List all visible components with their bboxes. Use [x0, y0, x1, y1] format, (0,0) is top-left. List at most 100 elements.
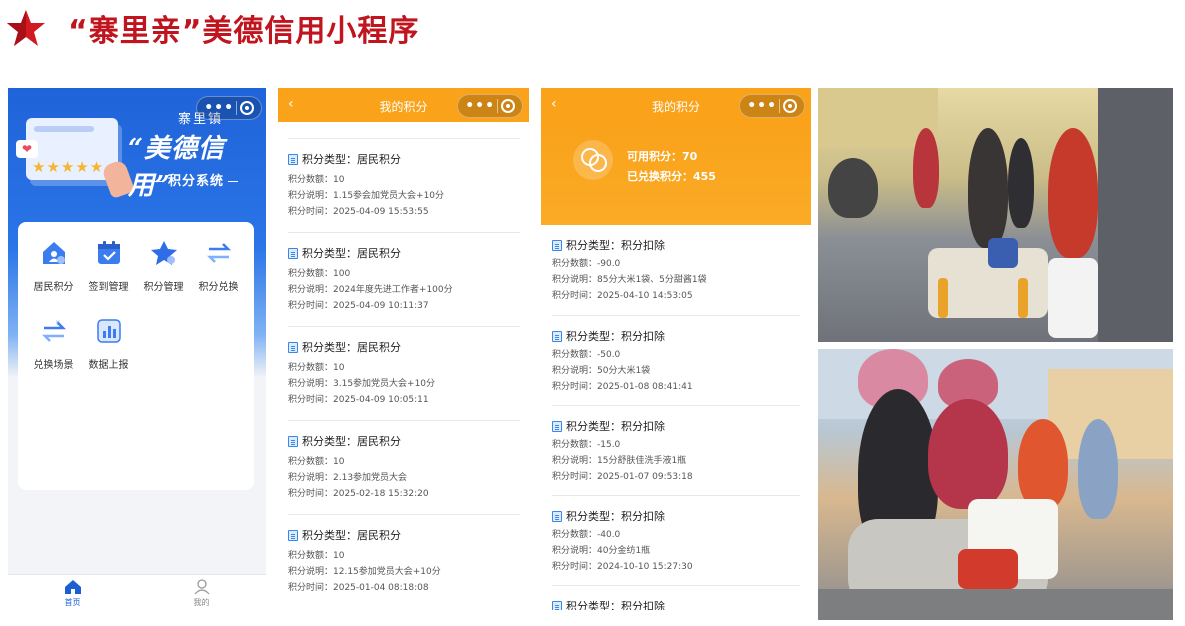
svg-text:¥: ¥ — [56, 320, 60, 327]
document-icon — [288, 247, 298, 259]
menu-card: 居民积分 签到管理 积分管理 积分兑换 ¥ 兑换场景 数据上报 — [18, 222, 254, 490]
miniprogram-capsule[interactable]: ••• — [196, 96, 262, 120]
list-item[interactable]: 积分类型：积分扣除 — [552, 585, 800, 610]
record-amount: 积分数额：10 — [288, 363, 345, 373]
document-icon — [288, 341, 298, 353]
record-type: 积分类型：居民积分 — [302, 435, 401, 448]
banner-subtitle: 积分系统 — [150, 170, 242, 189]
menu-label: 兑换场景 — [33, 360, 74, 371]
list-item[interactable]: 积分类型：积分扣除 积分数额：-40.0 积分说明：40分金纺1瓶 积分时间：2… — [552, 495, 800, 585]
rating-stars-icon: ★★★★★ — [32, 158, 105, 176]
more-icon[interactable]: ••• — [465, 99, 495, 113]
list-item[interactable]: 积分类型：居民积分 积分数额：10 积分说明：3.15参加党员大会+10分 积分… — [288, 326, 520, 420]
record-type: 积分类型：居民积分 — [302, 529, 401, 542]
exchange-icon — [206, 243, 231, 263]
record-note: 积分说明：85分大米1袋、5分甜酱1袋 — [552, 275, 707, 285]
record-amount: 积分数额：100 — [288, 269, 351, 279]
deduction-record-list: 积分类型：积分扣除 积分数额：-90.0 积分说明：85分大米1袋、5分甜酱1袋… — [541, 225, 811, 610]
home-people-icon — [42, 242, 65, 264]
list-item[interactable]: 积分类型：积分扣除 积分数额：-50.0 积分说明：50分大米1袋 积分时间：2… — [552, 315, 800, 405]
record-amount: 积分数额：-15.0 — [552, 440, 621, 450]
menu-label: 签到管理 — [88, 282, 129, 293]
menu-item-data-report[interactable]: 数据上报 — [81, 316, 136, 394]
record-time: 积分时间：2025-04-10 14:53:05 — [552, 291, 693, 301]
record-note: 积分说明：2.13参加党员大会 — [288, 473, 408, 483]
document-icon — [288, 529, 298, 541]
menu-label: 积分管理 — [143, 282, 184, 293]
menu-label: 居民积分 — [33, 282, 74, 293]
list-item[interactable]: 积分类型：居民积分 积分数额：100 积分说明：2024年度先进工作者+100分… — [288, 232, 520, 326]
deduction-screen: ‹ 我的积分 ••• 可用积分：70 已兑换积分：455 积分类型：积分扣除 积… — [541, 88, 811, 610]
record-note: 积分说明：40分金纺1瓶 — [552, 546, 651, 556]
slide-title: “寨里亲”美德信用小程序 — [68, 14, 420, 49]
slide-header: “寨里亲”美德信用小程序 — [6, 6, 419, 50]
record-amount: 积分数额：-40.0 — [552, 530, 621, 540]
document-icon — [552, 600, 562, 610]
record-amount: 积分数额：10 — [288, 175, 345, 185]
menu-label: 积分兑换 — [198, 282, 239, 293]
menu-item-checkin[interactable]: 签到管理 — [81, 238, 136, 316]
user-icon — [194, 579, 209, 595]
record-note: 积分说明：50分大米1袋 — [552, 366, 651, 376]
record-note: 积分说明：1.15参会加党员大会+10分 — [288, 191, 445, 201]
menu-label: 数据上报 — [88, 360, 129, 371]
record-note: 积分说明：3.15参加党员大会+10分 — [288, 379, 436, 389]
record-note: 积分说明：12.15参加党员大会+10分 — [288, 567, 441, 577]
heart-icon: ❤ — [16, 140, 38, 158]
tab-label: 首页 — [64, 598, 81, 607]
list-item[interactable]: 积分类型：积分扣除 积分数额：-15.0 积分说明：15分舒肤佳洗手液1瓶 积分… — [552, 405, 800, 495]
calendar-check-icon — [97, 241, 120, 264]
close-miniprogram-icon[interactable] — [500, 99, 515, 113]
list-item[interactable]: 积分类型：居民积分 积分数额：10 积分说明：2.13参加党员大会 积分时间：2… — [288, 420, 520, 514]
coins-icon — [573, 140, 613, 180]
red-star-icon — [7, 10, 45, 46]
home-icon — [64, 580, 81, 594]
tab-home[interactable]: 首页 — [8, 575, 137, 610]
document-icon — [552, 510, 562, 522]
document-icon — [288, 153, 298, 165]
points-record-list: 积分类型：居民积分 积分数额：10 积分说明：1.15参会加党员大会+10分 积… — [278, 122, 529, 610]
record-type: 积分类型：积分扣除 — [566, 330, 665, 343]
more-icon[interactable]: ••• — [747, 99, 777, 113]
tab-bar: 首页 我的 — [8, 574, 266, 610]
record-time: 积分时间：2024-10-10 15:27:30 — [552, 562, 693, 572]
record-type: 积分类型：积分扣除 — [566, 600, 665, 610]
list-item[interactable]: 积分类型：积分扣除 积分数额：-90.0 积分说明：85分大米1袋、5分甜酱1袋… — [552, 225, 800, 315]
banner-brand: “美德信用” — [128, 134, 225, 201]
record-time: 积分时间：2025-04-09 15:53:55 — [288, 207, 429, 217]
record-time: 积分时间：2025-01-04 08:18:08 — [288, 583, 429, 593]
list-item[interactable]: 积分类型：居民积分 积分数额：10 积分说明：12.15参加党员大会+10分 积… — [288, 514, 520, 608]
record-note: 积分说明：15分舒肤佳洗手液1瓶 — [552, 456, 687, 466]
document-icon — [552, 330, 562, 342]
record-type: 积分类型：积分扣除 — [566, 420, 665, 433]
record-type: 积分类型：居民积分 — [302, 341, 401, 354]
tab-mine[interactable]: 我的 — [137, 575, 266, 610]
close-miniprogram-icon[interactable] — [782, 99, 797, 113]
record-amount: 积分数额：10 — [288, 551, 345, 561]
record-type: 积分类型：居民积分 — [302, 247, 401, 260]
points-summary: 可用积分：70 已兑换积分：455 — [541, 122, 811, 225]
record-time: 积分时间：2025-04-09 10:11:37 — [288, 301, 429, 311]
more-icon[interactable]: ••• — [204, 101, 234, 115]
menu-item-exchange-scene[interactable]: ¥ 兑换场景 — [26, 316, 81, 394]
document-icon — [288, 435, 298, 447]
record-note: 积分说明：2024年度先进工作者+100分 — [288, 285, 453, 295]
redeemed-points: 已兑换积分：455 — [627, 170, 716, 183]
exchange-scene-icon: ¥ — [41, 320, 66, 342]
menu-item-points-management[interactable]: 积分管理 — [136, 238, 191, 316]
record-time: 积分时间：2025-01-07 09:53:18 — [552, 472, 693, 482]
photo-redemption-goods — [818, 88, 1173, 342]
menu-item-points-exchange[interactable]: 积分兑换 — [191, 238, 246, 316]
record-type: 积分类型：积分扣除 — [566, 510, 665, 523]
document-icon — [552, 420, 562, 432]
close-miniprogram-icon[interactable] — [239, 101, 254, 115]
menu-item-resident-points[interactable]: 居民积分 — [26, 238, 81, 316]
available-points: 可用积分：70 — [627, 150, 698, 163]
tab-label: 我的 — [193, 598, 210, 607]
record-time: 积分时间：2025-02-18 15:32:20 — [288, 489, 429, 499]
list-item[interactable]: 积分类型：居民积分 积分数额：10 积分说明：1.15参会加党员大会+10分 积… — [288, 138, 520, 232]
record-time: 积分时间：2025-04-09 10:05:11 — [288, 395, 429, 405]
miniprogram-capsule[interactable]: ••• — [457, 94, 523, 118]
miniprogram-capsule[interactable]: ••• — [739, 94, 805, 118]
home-screen: ❤ ★★★★★ 寨里镇 “美德信用” 积分系统 ••• 居民积分 签到管理 积分… — [8, 88, 266, 610]
